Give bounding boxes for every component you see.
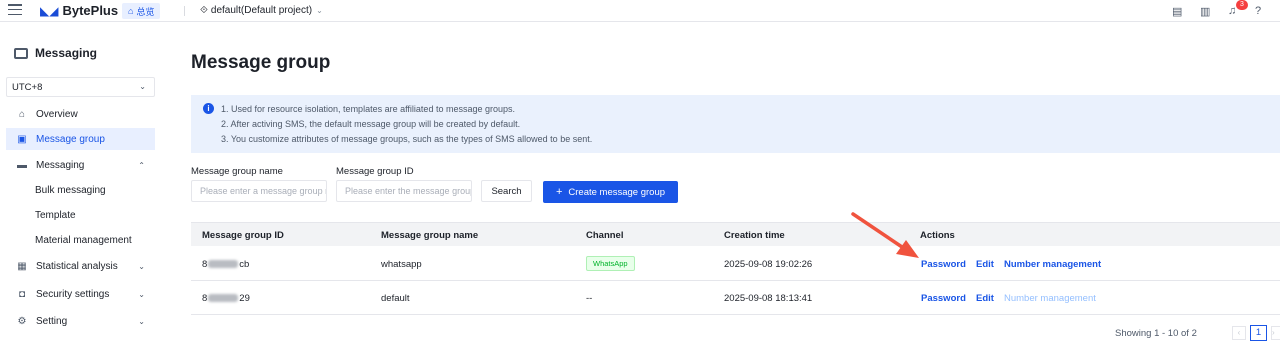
home-icon: ⌂ (18, 108, 26, 120)
sidebar: Messaging UTC+8 ⌄ ⌂ Overview ▣ Message g… (0, 22, 163, 351)
column-header-creation-time: Creation time (724, 230, 785, 241)
column-header-name: Message group name (381, 230, 479, 241)
next-page-button[interactable]: › (1271, 326, 1280, 340)
chevron-down-icon: ⌄ (138, 289, 145, 299)
edit-link[interactable]: Edit (976, 259, 994, 270)
chevron-down-icon: ⌄ (138, 261, 145, 271)
sidebar-item-setting[interactable]: ⚙ Setting ⌄ (6, 310, 155, 332)
sidebar-item-label: Overview (36, 108, 78, 120)
document-icon[interactable]: ▥ (1200, 5, 1210, 18)
project-name: default(Default project) (210, 5, 313, 16)
project-selector[interactable]: ⟐ default(Default project) ⌄ (200, 5, 323, 16)
message-group-id: 8 cb (202, 259, 250, 270)
bell-icon[interactable]: ♫ (1228, 5, 1236, 17)
timezone-select[interactable]: UTC+8 ⌄ (6, 77, 155, 97)
create-message-group-button[interactable]: + Create message group (543, 181, 678, 203)
info-alert: i 1. Used for resource isolation, templa… (191, 95, 1280, 153)
number-management-link[interactable]: Number management (1004, 259, 1101, 270)
plus-icon: + (555, 186, 563, 198)
chart-icon: ▦ (17, 260, 27, 272)
shield-icon: ◘ (18, 288, 26, 300)
timezone-value: UTC+8 (12, 81, 43, 93)
table-row: 8 29 default -- 2025-09-08 18:13:41 Passw… (191, 281, 1280, 315)
sidebar-item-label: Setting (36, 315, 68, 327)
home-tag-label: 总览 (136, 6, 155, 17)
password-link[interactable]: Password (921, 259, 966, 270)
byteplus-logo-icon: ◣◢ (40, 3, 59, 18)
help-icon[interactable]: ? (1255, 5, 1261, 17)
info-line: 3. You customize attributes of message g… (221, 134, 593, 144)
channel-badge: WhatsApp (586, 256, 635, 271)
sidebar-item-material-management[interactable]: Material management (35, 235, 132, 246)
search-button[interactable]: Search (481, 180, 532, 202)
sidebar-item-message-group[interactable]: ▣ Message group (6, 128, 155, 150)
channel-value: -- (586, 293, 593, 304)
chevron-down-icon: ⌄ (316, 6, 323, 15)
sidebar-item-label: Message group (36, 133, 105, 145)
chevron-down-icon: ⌄ (138, 316, 145, 326)
sidebar-title-label: Messaging (35, 46, 98, 60)
table-row: 8 cb whatsapp WhatsApp 2025-09-08 19:02:2… (191, 247, 1280, 281)
chevron-up-icon: ⌃ (138, 160, 145, 170)
column-header-actions: Actions (920, 230, 955, 241)
number-management-link: Number management (1004, 293, 1096, 304)
layers-icon: ⟐ (200, 5, 208, 16)
sidebar-item-label: Security settings (36, 288, 110, 300)
sidebar-item-label: Messaging (36, 159, 85, 171)
password-link[interactable]: Password (921, 293, 966, 304)
creation-time: 2025-09-08 19:02:26 (724, 259, 813, 270)
group-name-input[interactable]: Please enter a message group name (191, 180, 327, 202)
top-bar: ◣◢ BytePlus ⌂ 总览 ⟐ default(Default proje… (0, 0, 1280, 22)
info-line: 2. After activing SMS, the default messa… (221, 119, 521, 129)
page-title: Message group (191, 52, 331, 73)
billing-icon[interactable]: ▤ (1172, 5, 1182, 18)
sidebar-item-template[interactable]: Template (35, 210, 76, 221)
page-number-button[interactable]: 1 (1250, 325, 1267, 341)
create-button-label: Create message group (568, 186, 666, 198)
column-header-id: Message group ID (202, 230, 284, 241)
group-name-label: Message group name (191, 166, 283, 177)
group-id-input[interactable]: Please enter the message group ID (336, 180, 472, 202)
message-group-id: 8 29 (202, 293, 250, 304)
message-group-name: whatsapp (381, 259, 422, 270)
message-group-name: default (381, 293, 410, 304)
sidebar-item-security-settings[interactable]: ◘ Security settings ⌄ (6, 283, 155, 305)
notification-badge: 3 (1236, 0, 1248, 10)
sidebar-item-bulk-messaging[interactable]: Bulk messaging (35, 185, 106, 196)
info-line: 1. Used for resource isolation, template… (221, 104, 515, 114)
brand-logo[interactable]: ◣◢ BytePlus (40, 3, 118, 18)
brand-name: BytePlus (62, 3, 119, 18)
home-icon: ⌂ (128, 6, 134, 16)
sidebar-title: Messaging (14, 46, 97, 60)
overview-home-button[interactable]: ⌂ 总览 (122, 3, 161, 19)
column-header-channel: Channel (586, 230, 624, 241)
table-header: Message group ID Message group name Chan… (191, 222, 1280, 246)
gear-icon: ⚙ (17, 315, 27, 327)
main-content: Message group i 1. Used for resource iso… (163, 22, 1280, 351)
prev-page-button[interactable]: ‹ (1232, 326, 1246, 340)
info-icon: i (203, 103, 214, 114)
messaging-icon: ▬ (17, 159, 27, 171)
message-group-icon: ▣ (17, 133, 27, 145)
sidebar-item-label: Statistical analysis (36, 260, 118, 272)
edit-link[interactable]: Edit (976, 293, 994, 304)
menu-icon[interactable] (8, 4, 22, 16)
group-id-label: Message group ID (336, 166, 414, 177)
creation-time: 2025-09-08 18:13:41 (724, 293, 813, 304)
divider (184, 6, 185, 16)
sidebar-item-statistical-analysis[interactable]: ▦ Statistical analysis ⌄ (6, 255, 155, 277)
sidebar-item-messaging[interactable]: ▬ Messaging ⌃ (6, 154, 155, 176)
pagination-summary: Showing 1 - 10 of 2 (1115, 328, 1197, 339)
messaging-product-icon (14, 47, 28, 59)
sidebar-item-overview[interactable]: ⌂ Overview (6, 103, 155, 125)
chevron-down-icon: ⌄ (139, 82, 146, 91)
